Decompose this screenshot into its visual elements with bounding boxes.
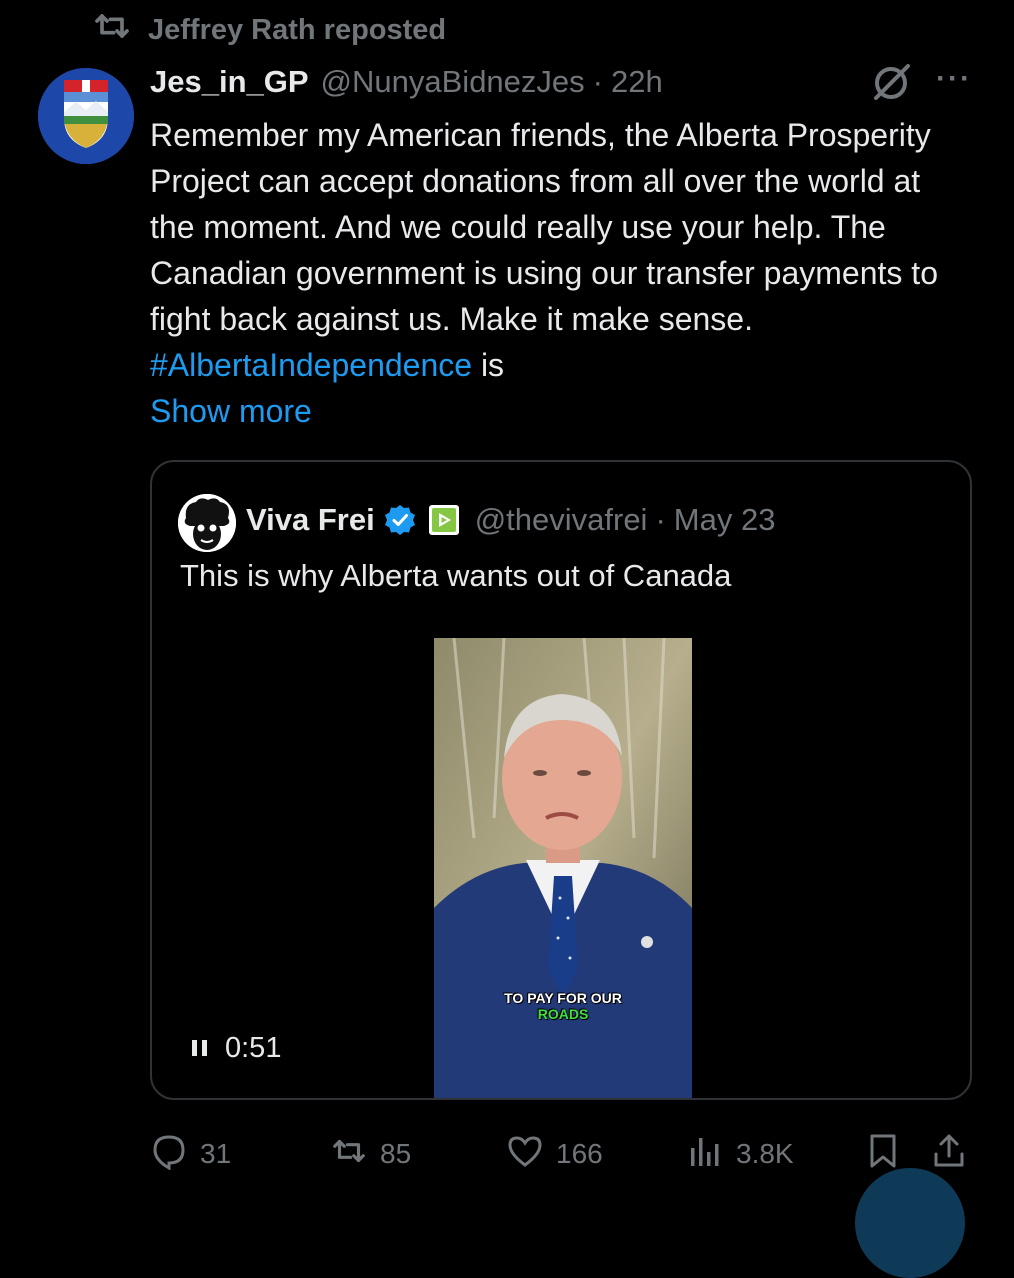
repost-label: Jeffrey Rath reposted <box>148 13 447 46</box>
heart-icon <box>506 1132 544 1177</box>
repost-indicator[interactable]: Jeffrey Rath reposted <box>92 12 446 48</box>
repost-icon <box>330 1132 368 1177</box>
show-more-link[interactable]: Show more <box>150 388 970 434</box>
video-player[interactable]: TO PAY FOR OUR ROADS <box>434 638 692 1098</box>
views-button[interactable]: 3.8K <box>686 1132 794 1176</box>
tweet-header: Jes_in_GP @NunyaBidnezJes · 22h <box>150 60 663 104</box>
view-count: 3.8K <box>736 1138 794 1169</box>
video-frame <box>434 638 692 1098</box>
quote-header: Viva Frei @thevivafrei · May 23 <box>246 498 775 542</box>
author-name[interactable]: Jes_in_GP <box>150 64 309 100</box>
quoted-tweet[interactable]: Viva Frei @thevivafrei · May 23 This is … <box>150 460 972 1100</box>
more-options-icon[interactable]: ··· <box>930 62 978 95</box>
reply-count: 31 <box>200 1138 232 1169</box>
reply-button[interactable]: 31 <box>150 1132 231 1176</box>
like-button[interactable]: 166 <box>506 1132 603 1176</box>
quote-text: This is why Alberta wants out of Canada <box>180 558 732 593</box>
verified-badge-icon[interactable] <box>383 503 417 537</box>
action-bar: 31 85 166 3.8K <box>0 1132 1014 1176</box>
repost-count: 85 <box>380 1138 412 1169</box>
separator-dot: · <box>592 64 603 99</box>
tweet-text: Remember my American friends, the Albert… <box>150 117 938 337</box>
author-handle[interactable]: @NunyaBidnezJes <box>321 64 585 100</box>
share-icon <box>930 1132 968 1177</box>
post-time[interactable]: 22h <box>611 64 663 100</box>
video-caption: TO PAY FOR OUR ROADS <box>434 990 692 1022</box>
quote-avatar[interactable] <box>178 494 236 552</box>
repost-button[interactable]: 85 <box>330 1132 411 1176</box>
avatar[interactable] <box>38 68 134 164</box>
tweet-text-tail: is <box>472 347 505 383</box>
rumble-affiliate-icon[interactable] <box>427 503 461 537</box>
quote-author-name[interactable]: Viva Frei <box>246 502 375 538</box>
caption-line-2: ROADS <box>537 1006 589 1022</box>
tweet-body: Remember my American friends, the Albert… <box>150 112 970 434</box>
share-button[interactable] <box>930 1132 968 1176</box>
separator-dot: · <box>655 502 666 537</box>
caption-line-1: TO PAY FOR OUR <box>504 990 622 1006</box>
video-controls: 0:51 <box>192 1030 281 1066</box>
hashtag-link[interactable]: #AlbertaIndependence <box>150 347 472 383</box>
video-duration: 0:51 <box>225 1031 282 1064</box>
grok-icon[interactable] <box>868 60 914 106</box>
repost-icon <box>92 9 132 51</box>
views-icon <box>686 1132 724 1177</box>
quote-author-handle[interactable]: @thevivafrei <box>475 502 648 538</box>
compose-fab[interactable] <box>855 1168 965 1278</box>
reply-icon <box>150 1132 188 1177</box>
like-count: 166 <box>556 1138 603 1169</box>
quote-date[interactable]: May 23 <box>674 502 776 538</box>
pause-icon[interactable] <box>192 1040 207 1056</box>
